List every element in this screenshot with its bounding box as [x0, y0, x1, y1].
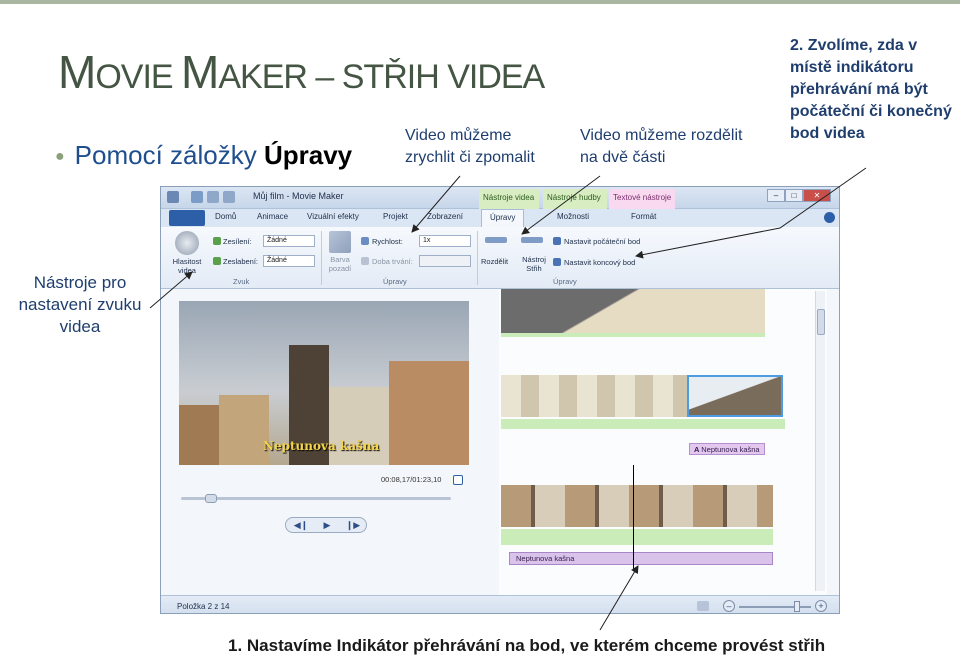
- arrow-split: [521, 175, 601, 235]
- arrow-playhead: [599, 565, 639, 631]
- arrow-speed: [411, 175, 461, 233]
- arrow-audio: [149, 271, 193, 309]
- annotation-arrows: [149, 167, 867, 631]
- arrow-trim: [635, 167, 867, 259]
